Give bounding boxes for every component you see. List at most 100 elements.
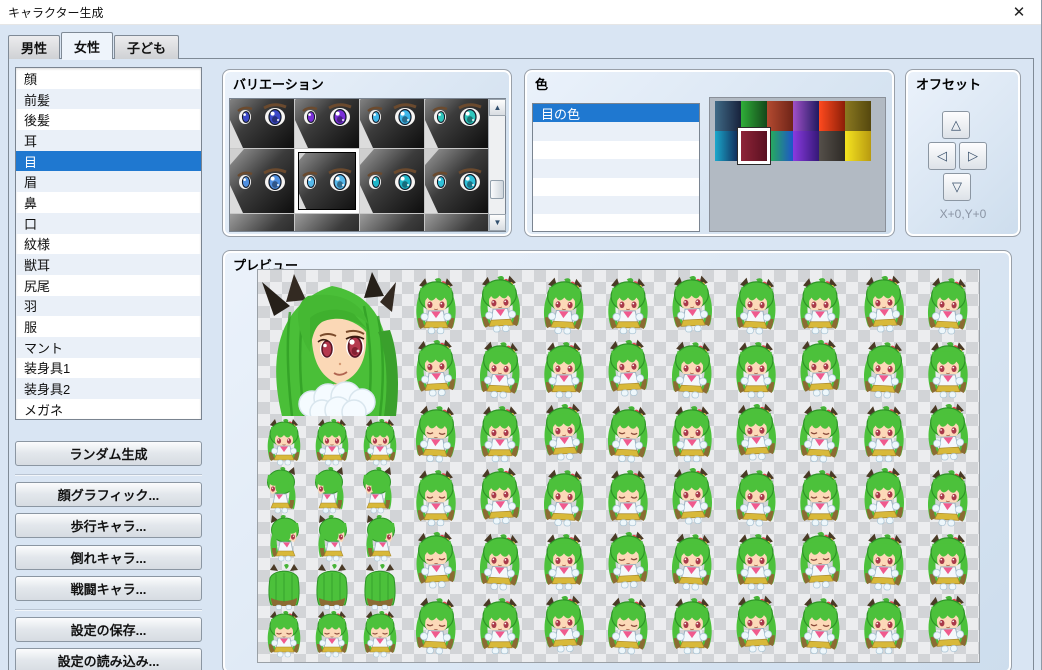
scrollbar-track[interactable]: [489, 116, 505, 214]
battler-sprite: [916, 338, 980, 402]
color-target-empty-row: [533, 196, 699, 214]
palette-swatch[interactable]: [845, 101, 871, 131]
variation-panel-title: バリエーション: [233, 74, 324, 93]
parts-list-item[interactable]: メガネ: [16, 399, 201, 420]
parts-list-item[interactable]: 口: [16, 213, 201, 234]
variation-thumbnail[interactable]: [360, 214, 424, 231]
parts-list-item[interactable]: マント: [16, 337, 201, 358]
palette-swatch[interactable]: [715, 131, 741, 161]
palette-swatch[interactable]: [793, 101, 819, 131]
collapse-character-button[interactable]: 倒れキャラ...: [15, 545, 202, 570]
parts-listbox[interactable]: 顔前髪後髪耳目眉鼻口紋様獣耳尻尾羽服マント装身具1装身具2メガネ: [15, 67, 202, 420]
separator: [15, 609, 202, 611]
scrollbar-thumb[interactable]: [490, 180, 504, 199]
walk-character-button[interactable]: 歩行キャラ...: [15, 513, 202, 538]
walk-sprite: [356, 562, 404, 610]
offset-up-button[interactable]: △: [942, 111, 970, 139]
palette-swatch[interactable]: [845, 131, 871, 161]
palette-swatch[interactable]: [767, 131, 793, 161]
battler-sprite: [402, 334, 469, 401]
variation-thumbnail[interactable]: [360, 149, 424, 213]
battler-sprite: [596, 274, 660, 338]
palette-swatch[interactable]: [793, 131, 819, 161]
battler-sprite: [724, 338, 788, 402]
parts-list-item[interactable]: 服: [16, 316, 201, 337]
variation-thumbnail[interactable]: [425, 214, 488, 231]
parts-list-item[interactable]: 装身具1: [16, 358, 201, 379]
battler-sprite: [658, 528, 725, 595]
variation-thumbnail[interactable]: [230, 99, 294, 148]
battler-sprite: [852, 594, 916, 658]
variation-thumbnail[interactable]: [230, 214, 294, 231]
variation-thumbnail[interactable]: [360, 99, 424, 148]
offset-down-button[interactable]: ▽: [943, 173, 971, 201]
random-generate-button[interactable]: ランダム生成: [15, 441, 202, 466]
face-portrait: [260, 272, 404, 416]
color-target-list[interactable]: 目の色: [532, 103, 700, 232]
parts-list-item[interactable]: 眉: [16, 171, 201, 192]
offset-left-button[interactable]: ◁: [928, 142, 956, 170]
parts-list-item[interactable]: 獣耳: [16, 254, 201, 275]
variation-thumbnail[interactable]: [295, 99, 359, 148]
walk-sprite: [356, 514, 404, 562]
walk-sprite: [258, 466, 306, 514]
palette-swatch[interactable]: [741, 101, 767, 131]
palette-swatch[interactable]: [819, 131, 845, 161]
variation-thumbnail[interactable]: [295, 149, 359, 213]
color-target-empty-row: [533, 122, 699, 140]
parts-list-item[interactable]: 目: [16, 151, 201, 172]
battler-sprite: [788, 274, 852, 338]
battler-sprite: [530, 464, 597, 531]
color-panel-title: 色: [535, 74, 548, 93]
parts-list-item[interactable]: 羽: [16, 296, 201, 317]
load-settings-button[interactable]: 設定の読み込み...: [15, 648, 202, 670]
palette-swatch[interactable]: [741, 131, 767, 161]
battler-sprite: [530, 398, 597, 465]
variation-thumbnail[interactable]: [230, 149, 294, 213]
preview-panel: プレビュー: [222, 250, 1012, 670]
tab-2[interactable]: 子ども: [114, 35, 179, 59]
scroll-up-icon[interactable]: ▲: [489, 99, 506, 116]
variation-thumbnail[interactable]: [425, 99, 488, 148]
parts-list-item[interactable]: 前髪: [16, 89, 201, 110]
parts-list-item[interactable]: 装身具2: [16, 378, 201, 399]
parts-list-item[interactable]: 鼻: [16, 192, 201, 213]
tab-1[interactable]: 女性: [61, 32, 113, 59]
close-icon[interactable]: ✕: [1009, 3, 1029, 23]
variation-scrollbar[interactable]: ▲ ▼: [488, 99, 505, 231]
parts-list-item[interactable]: 紋様: [16, 234, 201, 255]
variation-thumbnail[interactable]: [295, 214, 359, 231]
battler-sprite: [532, 338, 596, 402]
parts-list-item[interactable]: 後髪: [16, 109, 201, 130]
battler-sprite: [404, 466, 468, 530]
battler-sprite: [402, 592, 469, 659]
scroll-down-icon[interactable]: ▼: [489, 214, 506, 231]
preview-area: [257, 269, 980, 663]
battler-sprite: [786, 526, 853, 593]
battler-sprite: [404, 274, 468, 338]
battler-sprite: [594, 334, 661, 401]
battler-sprite: [468, 402, 532, 466]
battler-sprite: [466, 270, 533, 337]
offset-right-button[interactable]: ▷: [959, 142, 987, 170]
battler-sprite: [658, 336, 725, 403]
color-target-item[interactable]: 目の色: [533, 104, 699, 122]
palette-swatch[interactable]: [767, 101, 793, 131]
battler-sprite: [530, 590, 597, 657]
save-settings-button[interactable]: 設定の保存...: [15, 617, 202, 642]
battle-character-button[interactable]: 戦闘キャラ...: [15, 576, 202, 601]
battler-sprite: [850, 528, 917, 595]
parts-list-item[interactable]: 耳: [16, 130, 201, 151]
variation-thumbnail[interactable]: [425, 149, 488, 213]
character-generator-window: キャラクター生成 ✕ 男性女性子ども 顔前髪後髪耳目眉鼻口紋様獣耳尻尾羽服マント…: [0, 0, 1042, 670]
tab-0[interactable]: 男性: [8, 35, 60, 59]
parts-list-item[interactable]: 尻尾: [16, 275, 201, 296]
battler-sprite: [722, 464, 789, 531]
walk-sprite: [260, 514, 308, 562]
palette-swatch[interactable]: [715, 101, 741, 131]
parts-list-item[interactable]: 顔: [16, 68, 201, 89]
palette-swatch[interactable]: [819, 101, 845, 131]
face-graphic-button[interactable]: 顔グラフィック...: [15, 482, 202, 507]
battler-sprite: [722, 272, 789, 339]
walk-sprite: [354, 466, 402, 514]
